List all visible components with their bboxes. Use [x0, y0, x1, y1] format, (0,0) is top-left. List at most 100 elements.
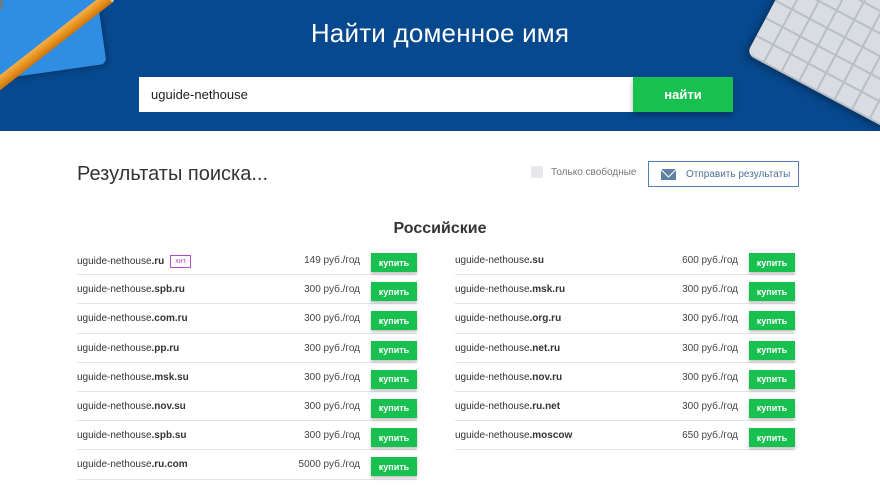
domain-price: 300 руб./год — [304, 371, 360, 383]
domain-zone: .org.ru — [529, 313, 562, 325]
domain-base: uguide-nethouse — [455, 371, 530, 383]
domain-row: uguide-nethouse.spb.su 300 руб./год купить — [77, 421, 417, 451]
domain-row: uguide-nethouse.ru.net 300 руб./год купить — [455, 392, 795, 422]
domain-zone: .msk.ru — [529, 284, 566, 296]
domain-zone: .com.ru — [151, 313, 188, 325]
domain-name: uguide-nethouse.net.ru — [455, 343, 560, 354]
domain-price: 300 руб./год — [304, 284, 360, 296]
domain-price: 300 руб./год — [682, 400, 738, 412]
domain-name: uguide-nethouse.msk.ru — [455, 284, 565, 295]
domain-price: 300 руб./год — [304, 313, 360, 325]
domain-price: 300 руб./год — [682, 313, 738, 325]
domain-zone: .nov.su — [151, 400, 186, 412]
domain-name: uguide-nethouse.nov.ru — [455, 372, 562, 383]
buy-button[interactable]: купить — [371, 398, 417, 418]
buy-button[interactable]: купить — [371, 428, 417, 448]
buy-button[interactable]: купить — [749, 340, 795, 360]
domain-name: uguide-nethouse.moscow — [455, 430, 572, 441]
domain-name: uguide-nethouse.org.ru — [455, 313, 561, 324]
domain-base: uguide-nethouse — [455, 430, 530, 442]
domain-zone: .su — [529, 255, 544, 266]
domain-price: 600 руб./год — [682, 255, 738, 266]
page-title: Найти доменное имя — [310, 18, 570, 48]
domain-base: uguide-nethouse — [455, 313, 530, 325]
domain-row: uguide-nethouse.msk.su 300 руб./год купить — [77, 363, 417, 392]
domain-zone: .ru.net — [529, 400, 561, 412]
domain-price: 5000 руб./год — [298, 459, 360, 471]
domain-zone: .pp.ru — [151, 342, 180, 354]
domain-row: uguide-nethouse.nov.su 300 руб./год купить — [77, 392, 417, 422]
buy-button[interactable]: купить — [749, 369, 795, 389]
domain-base: uguide-nethouse — [77, 459, 152, 471]
domain-list-right: uguide-nethouse.su 600 руб./год купить ugui… — [455, 246, 795, 451]
section-title-russian: Российские — [393, 220, 487, 237]
domain-name: uguide-nethouse.nov.su — [77, 401, 186, 412]
paperclip-icon — [0, 0, 5, 12]
domain-row: uguide-nethouse.spb.ru 300 руб./год купить — [77, 275, 417, 305]
domain-name: uguide-nethouse.msk.su — [77, 372, 189, 383]
buy-button[interactable]: купить — [749, 282, 795, 302]
domain-zone: .nov.ru — [529, 371, 563, 383]
mail-icon — [661, 168, 676, 180]
buy-button[interactable]: купить — [371, 369, 417, 389]
buy-button[interactable]: купить — [371, 457, 417, 477]
free-only-checkbox[interactable] — [531, 166, 543, 178]
buy-button[interactable]: купить — [371, 340, 417, 360]
domain-price: 300 руб./год — [304, 342, 360, 354]
buy-button[interactable]: купить — [371, 282, 417, 302]
buy-button[interactable]: купить — [749, 428, 795, 448]
send-results-button[interactable]: Отправить результаты — [648, 161, 799, 187]
hit-badge: хит — [170, 255, 191, 268]
domain-price: 149 руб./год — [304, 255, 360, 266]
domain-row: uguide-nethouse.nov.ru 300 руб./год купить — [455, 363, 795, 392]
buy-button[interactable]: купить — [371, 311, 417, 331]
buy-button[interactable]: купить — [749, 398, 795, 418]
domain-name: uguide-nethouse.spb.su — [77, 430, 187, 441]
domain-price: 650 руб./год — [682, 430, 738, 442]
domain-base: uguide-nethouse — [77, 313, 152, 325]
domain-name: uguide-nethouse.su — [455, 255, 544, 266]
search-button[interactable]: найти — [633, 77, 733, 112]
domain-row: uguide-nethouse.com.ru 300 руб./год купить — [77, 304, 417, 334]
domain-row: uguide-nethouse.org.ru 300 руб./год купить — [455, 304, 795, 334]
domain-base: uguide-nethouse — [455, 400, 530, 412]
domain-name: uguide-nethouse.com.ru — [77, 313, 188, 324]
domain-zone: .ru — [151, 256, 165, 267]
search-hero: Найти доменное имя найти — [0, 0, 880, 131]
domain-base: uguide-nethouse — [77, 256, 152, 267]
domain-base: uguide-nethouse — [77, 284, 152, 296]
domain-row: uguide-nethouse.msk.ru 300 руб./год купить — [455, 275, 795, 305]
domain-base: uguide-nethouse — [455, 255, 530, 266]
domain-zone: .ru.com — [151, 459, 188, 471]
domain-base: uguide-nethouse — [455, 342, 530, 354]
domain-name: uguide-nethouse.pp.ru — [77, 343, 179, 354]
domain-zone: .spb.su — [151, 430, 187, 442]
free-only-filter[interactable]: Только свободные — [531, 166, 636, 178]
send-results-label: Отправить результаты — [686, 168, 791, 180]
domain-row: uguide-nethouse.ru.com 5000 руб./год купит… — [77, 450, 417, 480]
domain-name: uguide-nethouse.spb.ru — [77, 284, 185, 295]
domain-zone: .moscow — [529, 430, 573, 442]
domain-base: uguide-nethouse — [77, 342, 152, 354]
domain-row: uguide-nethouse.su 600 руб./год купить — [455, 246, 795, 276]
domain-name: uguide-nethouse.ru хит — [77, 255, 191, 268]
domain-zone: .spb.ru — [151, 284, 185, 296]
free-only-label: Только свободные — [551, 166, 637, 178]
domain-row: uguide-nethouse.ru хит 149 руб./год купить — [77, 246, 417, 276]
domain-zone: .net.ru — [529, 342, 561, 354]
domain-search-input[interactable] — [139, 77, 633, 112]
domain-row: uguide-nethouse.moscow 650 руб./год купить — [455, 421, 795, 451]
domain-price: 300 руб./год — [304, 400, 360, 412]
domain-zone: .msk.su — [151, 371, 189, 383]
domain-price: 300 руб./год — [304, 430, 360, 442]
domain-name: uguide-nethouse.ru.net — [455, 401, 560, 412]
buy-button[interactable]: купить — [749, 253, 795, 272]
buy-button[interactable]: купить — [749, 311, 795, 331]
domain-base: uguide-nethouse — [77, 400, 152, 412]
domain-price: 300 руб./год — [682, 342, 738, 354]
domain-base: uguide-nethouse — [77, 371, 152, 383]
domain-price: 300 руб./год — [682, 371, 738, 383]
domain-list-left: uguide-nethouse.ru хит 149 руб./год купить u… — [77, 246, 417, 480]
buy-button[interactable]: купить — [371, 253, 417, 272]
results-title: Результаты поиска... — [77, 163, 268, 185]
